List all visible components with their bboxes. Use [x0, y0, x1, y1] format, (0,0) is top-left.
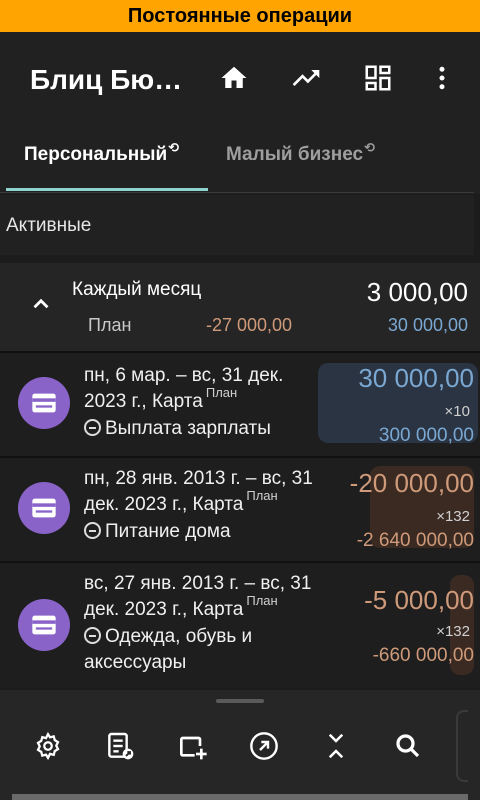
operation-row[interactable]: вс, 27 янв. 2013 г. – вс, 31 дек. 2023 г… — [0, 563, 480, 688]
more-vert-icon[interactable] — [424, 60, 460, 96]
chevron-up-icon[interactable] — [28, 291, 54, 317]
trending-up-icon[interactable] — [288, 60, 324, 96]
operation-total: 300 000,00 — [378, 425, 474, 446]
operation-amount: -20 000,00 — [349, 468, 474, 498]
group-header[interactable]: Каждый месяц 3 000,00 План -27 000,00 30… — [0, 263, 480, 351]
open-external-icon[interactable] — [246, 728, 282, 764]
remove-circle-icon — [84, 627, 101, 644]
settings-icon[interactable] — [30, 728, 66, 764]
report-icon[interactable] — [102, 728, 138, 764]
operation-total: -2 640 000,00 — [356, 530, 474, 551]
operation-period: пн, 6 мар. – вс, 31 дек. — [84, 365, 284, 386]
collapse-icon[interactable] — [318, 728, 354, 764]
operation-details: вс, 27 янв. 2013 г. – вс, 31 дек. 2023 г… — [84, 571, 311, 676]
group-plan-expense: -27 000,00 — [206, 315, 293, 335]
side-panel-handle[interactable] — [456, 710, 468, 782]
operation-amount: -5 000,00 — [364, 585, 474, 615]
operation-category: Питание дома — [105, 521, 231, 542]
remove-circle-icon — [84, 419, 101, 436]
operation-category: Одежда, обувь и — [105, 626, 253, 647]
divider — [0, 192, 474, 193]
operation-details: пн, 6 мар. – вс, 31 дек. 2023 г., Карта П… — [84, 363, 283, 442]
operation-multiplier: ×132 — [436, 623, 470, 640]
tab-small-business[interactable]: Малый бизнес⟲ — [226, 140, 375, 166]
tab-active-indicator — [6, 188, 208, 191]
sync-icon: ⟲ — [168, 140, 180, 155]
remove-circle-icon — [84, 522, 101, 539]
operation-total: -660 000,00 — [372, 645, 474, 666]
operation-amount: 30 000,00 — [358, 363, 474, 393]
tab-bar: Персональный⟲ Малый бизнес⟲ — [0, 126, 480, 194]
drag-handle[interactable] — [216, 699, 264, 703]
operation-multiplier: ×10 — [444, 403, 470, 420]
tab-personal-label: Персональный — [24, 144, 168, 165]
bottom-toolbar — [0, 690, 480, 800]
section-title: Активные — [6, 215, 92, 236]
operation-period-account: 2023 г., Карта — [84, 391, 203, 412]
add-window-icon[interactable] — [174, 728, 210, 764]
card-icon — [18, 482, 70, 534]
tab-personal[interactable]: Персональный⟲ — [24, 140, 179, 166]
operation-period-account: дек. 2023 г., Карта — [84, 599, 244, 620]
plan-tag: План — [246, 593, 278, 608]
group-total: 3 000,00 — [366, 277, 468, 307]
operation-row[interactable]: пн, 6 мар. – вс, 31 дек. 2023 г., Карта П… — [0, 353, 480, 456]
dashboard-icon[interactable] — [360, 60, 396, 96]
app-title: Блиц Бю… — [30, 64, 183, 95]
group-plan-income: 30 000,00 — [387, 315, 468, 335]
operation-row[interactable]: пн, 28 янв. 2013 г. – вс, 31 дек. 2023 г… — [0, 458, 480, 561]
sync-icon: ⟲ — [364, 140, 376, 155]
operation-multiplier: ×132 — [436, 508, 470, 525]
card-icon — [18, 599, 70, 651]
operation-category-continued: аксессуары — [84, 652, 187, 673]
operation-period-account: дек. 2023 г., Карта — [84, 494, 244, 515]
plan-tag: План — [246, 488, 278, 503]
plan-tag: План — [205, 385, 238, 400]
operation-period: пн, 28 янв. 2013 г. – вс, 31 — [84, 468, 313, 489]
navigation-indicator — [12, 794, 468, 800]
search-icon[interactable] — [390, 728, 426, 764]
group-label: Каждый месяц — [72, 279, 202, 300]
operation-details: пн, 28 янв. 2013 г. – вс, 31 дек. 2023 г… — [84, 466, 313, 545]
app-bar: Блиц Бю… — [0, 32, 480, 126]
card-icon — [18, 377, 70, 429]
screen-title-banner: Постоянные операции — [0, 0, 480, 32]
tab-small-business-label: Малый бизнес — [226, 144, 364, 165]
group-plan-label: План — [88, 315, 132, 335]
operation-category: Выплата зарплаты — [105, 418, 271, 439]
home-icon[interactable] — [216, 60, 252, 96]
section-header: Активные — [0, 195, 474, 255]
